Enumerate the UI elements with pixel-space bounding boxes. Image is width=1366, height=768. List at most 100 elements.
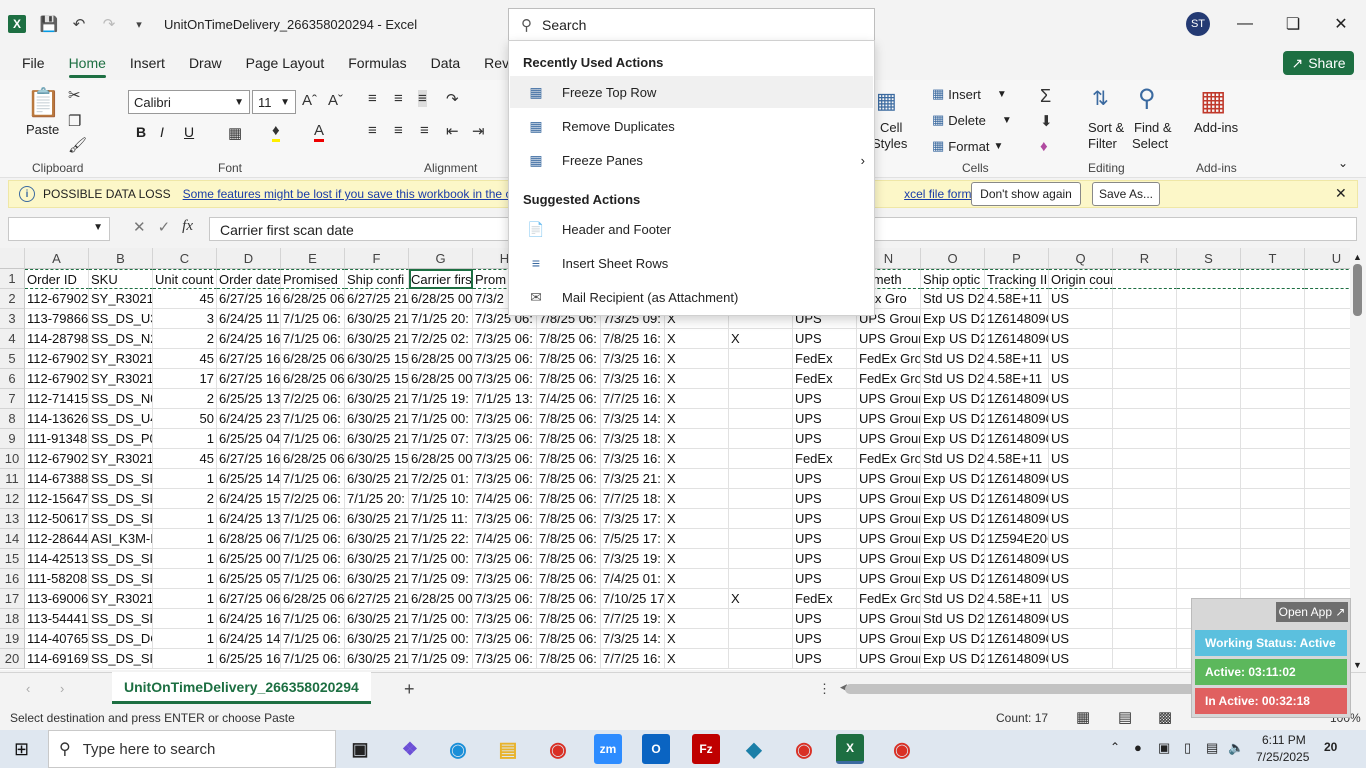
tray-app-icon[interactable]: ● (1134, 740, 1142, 755)
increase-indent-icon[interactable]: ⇥ (472, 122, 485, 140)
row-header[interactable]: 9 (0, 429, 25, 449)
dont-show-again-button[interactable]: Don't show again (971, 182, 1081, 206)
table-cell[interactable]: 7/5/25 17: (601, 529, 665, 549)
column-header-t[interactable]: T (1241, 248, 1305, 269)
table-cell[interactable]: US (1049, 569, 1113, 589)
table-cell[interactable]: US (1049, 309, 1113, 329)
table-cell[interactable]: Exp US D2 (921, 649, 985, 669)
action-freeze-panes[interactable]: ▦ Freeze Panes › (510, 144, 873, 176)
copilot-icon[interactable]: ❖ (390, 734, 430, 764)
table-cell[interactable]: 7/1/25 13: (473, 389, 537, 409)
table-cell[interactable]: 112-71415 (25, 389, 89, 409)
table-cell[interactable]: 6/30/25 15 (345, 349, 409, 369)
table-cell[interactable]: 2 (153, 329, 217, 349)
table-cell[interactable]: SY_R3021C (89, 449, 153, 469)
table-cell[interactable]: 7/3/25 17: (601, 509, 665, 529)
table-cell[interactable]: 7/1/25 06: (281, 469, 345, 489)
cell-styles-label-2[interactable]: Styles (872, 136, 907, 151)
table-cell[interactable] (1177, 329, 1241, 349)
sort-filter-label-2[interactable]: Filter (1088, 136, 1117, 151)
table-cell[interactable]: 6/30/25 21 (345, 649, 409, 669)
table-cell[interactable]: ASI_K3M-I (89, 529, 153, 549)
table-cell[interactable]: UPS (793, 389, 857, 409)
header-cell[interactable]: Ship confi (345, 269, 409, 289)
tray-battery-icon[interactable]: ▯ (1184, 740, 1191, 756)
cell-styles-icon[interactable]: ▦ (876, 88, 897, 114)
sheet-tab-active[interactable]: UnitOnTimeDelivery_266358020294 (112, 672, 371, 704)
table-cell[interactable]: UPS (793, 509, 857, 529)
table-cell[interactable]: UPS Grour (857, 329, 921, 349)
table-cell[interactable] (1241, 309, 1305, 329)
app-icon[interactable]: ◆ (734, 734, 774, 764)
table-cell[interactable]: 7/3/25 06: (473, 549, 537, 569)
header-cell[interactable]: Origin country (1049, 269, 1113, 289)
table-cell[interactable] (1113, 649, 1177, 669)
row-header[interactable]: 19 (0, 629, 25, 649)
table-cell[interactable]: 7/8/25 06: (537, 589, 601, 609)
notification-badge[interactable]: 20 (1324, 740, 1337, 754)
table-cell[interactable]: X (665, 429, 729, 449)
align-top-icon[interactable]: ≡ (368, 90, 377, 107)
table-cell[interactable]: X (665, 589, 729, 609)
table-cell[interactable]: 4.58E+11 (985, 289, 1049, 309)
table-cell[interactable]: 7/1/25 06: (281, 409, 345, 429)
table-cell[interactable]: Std US D2I (921, 349, 985, 369)
table-cell[interactable]: Std US D2I (921, 449, 985, 469)
column-header-e[interactable]: E (281, 248, 345, 269)
column-header-q[interactable]: Q (1049, 248, 1113, 269)
header-cell[interactable] (1177, 269, 1241, 289)
scroll-thumb[interactable] (1353, 264, 1362, 316)
table-cell[interactable]: UPS Grour (857, 429, 921, 449)
tab-draw[interactable]: Draw (177, 48, 234, 80)
table-cell[interactable]: 1 (153, 569, 217, 589)
table-cell[interactable]: 114-28798 (25, 329, 89, 349)
table-cell[interactable]: X (665, 369, 729, 389)
table-cell[interactable] (729, 509, 793, 529)
column-header-d[interactable]: D (217, 248, 281, 269)
table-cell[interactable]: 7/4/25 06: (473, 489, 537, 509)
prev-sheet-icon[interactable]: ‹ (26, 681, 30, 696)
table-cell[interactable]: 1 (153, 629, 217, 649)
table-cell[interactable]: 1 (153, 529, 217, 549)
chrome-profile-icon[interactable]: ◉ (784, 734, 824, 764)
table-cell[interactable]: 7/3/25 06: (473, 609, 537, 629)
table-cell[interactable]: 1Z614809C (985, 549, 1049, 569)
row-header[interactable]: 15 (0, 549, 25, 569)
table-cell[interactable]: 6/27/25 16 (217, 369, 281, 389)
table-cell[interactable]: 6/24/25 16 (217, 329, 281, 349)
column-header-b[interactable]: B (89, 248, 153, 269)
table-cell[interactable]: UPS (793, 409, 857, 429)
table-cell[interactable] (729, 569, 793, 589)
save-icon[interactable]: 💾 (34, 0, 64, 48)
borders-icon[interactable]: ▦ (228, 124, 242, 142)
column-header-u[interactable]: U (1305, 248, 1350, 269)
column-header-g[interactable]: G (409, 248, 473, 269)
row-header[interactable]: 8 (0, 409, 25, 429)
table-cell[interactable]: 1 (153, 429, 217, 449)
table-cell[interactable] (1113, 449, 1177, 469)
table-cell[interactable] (1177, 409, 1241, 429)
table-cell[interactable]: Exp US D2 (921, 309, 985, 329)
table-cell[interactable]: US (1049, 429, 1113, 449)
chrome-icon[interactable]: ◉ (538, 734, 578, 764)
table-cell[interactable]: 7/3/25 06: (473, 329, 537, 349)
task-view-icon[interactable]: ▣ (340, 734, 380, 764)
row-header[interactable]: 3 (0, 309, 25, 329)
table-cell[interactable]: Std US D2I (921, 369, 985, 389)
table-cell[interactable] (1241, 569, 1305, 589)
table-cell[interactable]: 7/7/25 16: (601, 649, 665, 669)
find-select-icon[interactable]: ⚲ (1138, 84, 1156, 113)
table-cell[interactable]: 7/3/25 06: (473, 629, 537, 649)
action-insert-sheet-rows[interactable]: ≡ Insert Sheet Rows (510, 247, 873, 279)
name-box[interactable]: ▼ (8, 217, 110, 241)
table-cell[interactable]: 7/3/25 16: (601, 449, 665, 469)
table-cell[interactable]: 7/1/25 06: (281, 649, 345, 669)
maximize-button[interactable]: ❏ (1270, 0, 1316, 48)
table-cell[interactable]: X (729, 329, 793, 349)
sort-filter-label-1[interactable]: Sort & (1088, 120, 1124, 135)
table-cell[interactable] (1305, 449, 1350, 469)
font-size-select[interactable]: 11 ▼ (252, 90, 296, 114)
table-cell[interactable] (729, 609, 793, 629)
table-cell[interactable] (1177, 509, 1241, 529)
table-cell[interactable]: Exp US D2 (921, 409, 985, 429)
